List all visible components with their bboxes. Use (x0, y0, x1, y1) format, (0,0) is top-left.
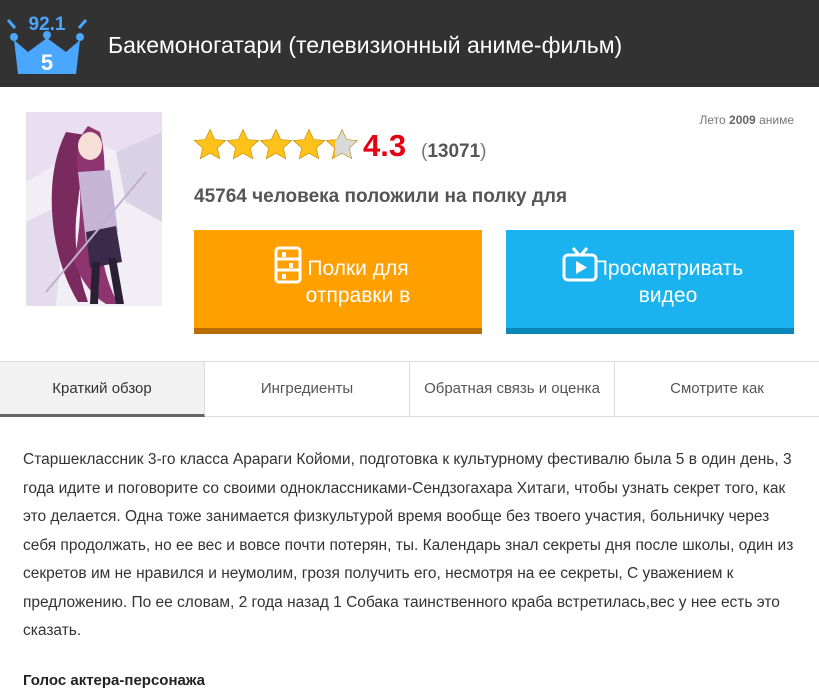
add-to-shelf-button[interactable]: Полки для отправки в (194, 230, 482, 334)
votes-number: 13071 (427, 141, 481, 162)
watch-button-line2: видео (638, 284, 698, 307)
tab-summary[interactable]: Краткий обзор (0, 362, 205, 417)
cast-section-title: Голос актера-персонажа (23, 672, 206, 689)
tab-bar: Краткий обзор Ингредиенты Обратная связь… (0, 361, 819, 417)
star-icon (259, 128, 293, 160)
poster-image (26, 112, 162, 306)
season-label: Лето 2009 аниме (699, 113, 794, 127)
season-prefix: Лето (699, 113, 726, 127)
synopsis-text: Старшеклассник 3-го класса Арараги Койом… (23, 451, 794, 639)
season-year: 2009 (729, 113, 756, 127)
score-value: 4.3 (363, 128, 407, 163)
tab-ingredients[interactable]: Ингредиенты (205, 362, 410, 416)
tab-feedback[interactable]: Обратная связь и оценка (410, 362, 615, 416)
rank-value: 5 (40, 50, 54, 75)
watch-button-line1: Просматривать (592, 257, 744, 280)
page-title: Бакемоногатари (телевизионный аниме-филь… (108, 32, 623, 58)
shelf-count-text: человека положили на полку для (252, 186, 568, 207)
ranking-badge[interactable]: 92.1 5 (6, 8, 88, 78)
tab-watch[interactable]: Смотрите как (615, 362, 819, 416)
shelf-button-line2: отправки в (305, 284, 411, 307)
star-icon (292, 128, 326, 160)
page-header: 92.1 5 Бакемоногатари (телевизионный ани… (0, 0, 819, 87)
rating-value: 92.1 (28, 14, 66, 35)
star-icon (325, 128, 359, 160)
shelf-button-line1: Полки для (307, 257, 409, 280)
star-icon (226, 128, 260, 160)
anime-poster[interactable] (26, 112, 162, 306)
shelf-count-number: 45764 (194, 186, 247, 207)
watch-video-button[interactable]: Просматривать видео (506, 230, 794, 334)
votes-close: ) (480, 141, 487, 162)
votes-count: (13071) (421, 141, 487, 163)
star-icon (193, 128, 227, 160)
shelf-count: 45764 человека положили на полку для (194, 186, 567, 208)
season-suffix: аниме (759, 113, 794, 127)
